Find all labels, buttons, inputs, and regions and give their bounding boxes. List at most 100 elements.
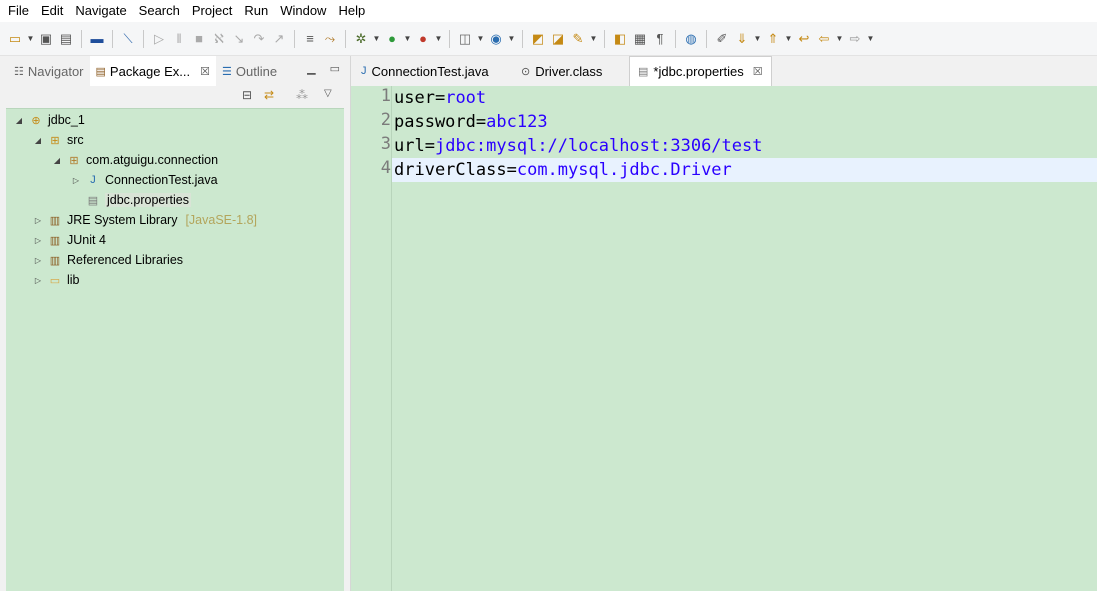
outline-icon[interactable]: ≡ xyxy=(301,30,319,48)
tree-item-label: com.atguigu.connection xyxy=(86,153,219,167)
new-dropdown-icon[interactable]: ▼ xyxy=(26,30,35,48)
collapse-all-icon[interactable]: ⊟ xyxy=(242,88,252,102)
step-return-icon[interactable]: ↗ xyxy=(270,30,288,48)
annotation-icon[interactable]: ◧ xyxy=(611,30,629,48)
editor-line[interactable]: url=jdbc:mysql://localhost:3306/test xyxy=(394,134,762,158)
suspend-icon[interactable]: ‖ xyxy=(170,30,188,48)
expanded-icon[interactable]: ◢ xyxy=(14,116,24,125)
previous-annotation-dropdown-icon[interactable]: ▼ xyxy=(784,30,793,48)
expanded-icon[interactable]: ◢ xyxy=(33,136,43,145)
tree-item-jre[interactable]: ▷ ▥ JRE System Library [JavaSE-1.8] xyxy=(33,210,257,230)
line-number: 4 xyxy=(380,158,391,178)
tree-item-junit[interactable]: ▷ ▥ JUnit 4 xyxy=(33,230,106,250)
minimize-icon[interactable]: ▁ xyxy=(307,62,315,75)
class-file-icon: ⊙ xyxy=(521,65,531,78)
pin-editor-icon[interactable]: ✐ xyxy=(713,30,731,48)
tree-item-lib[interactable]: ▷ ▭ lib xyxy=(33,270,80,290)
maximize-icon[interactable]: ▭ xyxy=(330,62,340,75)
run-icon[interactable]: ● xyxy=(383,30,401,48)
menu-run[interactable]: Run xyxy=(238,0,274,22)
web-browser-icon[interactable]: ◍ xyxy=(682,30,700,48)
menu-navigate[interactable]: Navigate xyxy=(69,0,132,22)
toolbar-separator xyxy=(675,29,676,48)
external-tools-icon[interactable]: ● xyxy=(414,30,432,48)
step-over-icon[interactable]: ↷ xyxy=(250,30,268,48)
open-task-icon[interactable]: ◪ xyxy=(549,30,567,48)
use-step-filters-icon[interactable]: ⤳ xyxy=(321,30,339,48)
collapsed-icon[interactable]: ▷ xyxy=(33,236,43,245)
disconnect-icon[interactable]: ℵ xyxy=(210,30,228,48)
new-java-project-dropdown-icon[interactable]: ▼ xyxy=(476,30,485,48)
view-tab-bar: ☷ Navigator ▤ Package Ex... ☒ ☰ Outline xyxy=(0,56,350,86)
console-icon[interactable]: ▬ xyxy=(88,30,106,48)
tree-item-project[interactable]: ◢ ⊕ jdbc_1 xyxy=(14,110,85,130)
menu-window[interactable]: Window xyxy=(274,0,332,22)
new-java-class-dropdown-icon[interactable]: ▼ xyxy=(507,30,516,48)
tree-item-package[interactable]: ◢ ⊞ com.atguigu.connection xyxy=(52,150,218,170)
editor-line[interactable]: password=abc123 xyxy=(394,110,548,134)
save-all-icon[interactable]: ▤ xyxy=(57,30,75,48)
property-value: com.mysql.jdbc.Driver xyxy=(516,160,732,180)
save-icon[interactable]: ▣ xyxy=(37,30,55,48)
tree-item-src[interactable]: ◢ ⊞ src xyxy=(33,130,84,150)
view-menu-icon[interactable]: ▽ xyxy=(324,88,332,99)
link-with-editor-icon[interactable]: ⇄ xyxy=(264,88,274,102)
show-whitespace-icon[interactable]: ¶ xyxy=(651,30,669,48)
menu-help[interactable]: Help xyxy=(332,0,371,22)
resume-icon[interactable]: ▷ xyxy=(150,30,168,48)
source-folder-icon: ⊞ xyxy=(50,134,60,147)
run-dropdown-icon[interactable]: ▼ xyxy=(403,30,412,48)
tab-package-explorer[interactable]: ▤ Package Ex... ☒ xyxy=(89,56,217,86)
tree-item-properties[interactable]: ▤ jdbc.properties xyxy=(71,190,191,210)
collapsed-icon[interactable]: ▷ xyxy=(71,176,81,185)
debug-dropdown-icon[interactable]: ▼ xyxy=(372,30,381,48)
search-icon[interactable]: ✎ xyxy=(569,30,587,48)
external-tools-dropdown-icon[interactable]: ▼ xyxy=(434,30,443,48)
back-icon[interactable]: ⇦ xyxy=(815,30,833,48)
menu-project[interactable]: Project xyxy=(186,0,238,22)
step-into-icon[interactable]: ↘ xyxy=(230,30,248,48)
search-dropdown-icon[interactable]: ▼ xyxy=(589,30,598,48)
editor-tab-jdbc-properties[interactable]: ▤ *jdbc.properties ☒ xyxy=(629,56,772,86)
tab-label: Package Ex... xyxy=(109,63,191,79)
tree-item-referenced-libraries[interactable]: ▷ ▥ Referenced Libraries xyxy=(33,250,183,270)
back-dropdown-icon[interactable]: ▼ xyxy=(835,30,844,48)
focus-icon[interactable]: ⁂ xyxy=(296,88,308,102)
forward-dropdown-icon[interactable]: ▼ xyxy=(866,30,875,48)
open-type-icon[interactable]: ◩ xyxy=(529,30,547,48)
debug-icon[interactable]: ✲ xyxy=(352,30,370,48)
expanded-icon[interactable]: ◢ xyxy=(52,156,62,165)
tab-navigator[interactable]: ☷ Navigator xyxy=(8,56,90,86)
next-annotation-icon[interactable]: ⇓ xyxy=(733,30,751,48)
new-java-class-icon[interactable]: ◉ xyxy=(487,30,505,48)
editor-tab-driver-class[interactable]: ⊙ Driver.class xyxy=(513,56,610,86)
skip-breakpoints-icon[interactable]: ⟍ xyxy=(119,30,137,48)
menu-search[interactable]: Search xyxy=(133,0,186,22)
new-icon[interactable]: ▭ xyxy=(6,30,24,48)
line-number: 3 xyxy=(380,134,391,154)
close-icon[interactable]: ☒ xyxy=(753,65,763,78)
tree-item-java-file[interactable]: ▷ J ConnectionTest.java xyxy=(71,170,218,190)
editor-line[interactable]: driverClass=com.mysql.jdbc.Driver xyxy=(394,158,732,182)
tree-item-label: Referenced Libraries xyxy=(67,253,184,267)
menu-edit[interactable]: Edit xyxy=(35,0,69,22)
collapsed-icon[interactable]: ▷ xyxy=(33,216,43,225)
collapsed-icon[interactable]: ▷ xyxy=(33,256,43,265)
editor-tab-label: ConnectionTest.java xyxy=(371,63,489,79)
forward-icon[interactable]: ⇨ xyxy=(846,30,864,48)
tab-label: Outline xyxy=(235,63,278,79)
collapsed-icon[interactable]: ▷ xyxy=(33,276,43,285)
tab-outline[interactable]: ☰ Outline xyxy=(216,56,283,86)
menu-file[interactable]: File xyxy=(2,0,35,22)
terminate-icon[interactable]: ■ xyxy=(190,30,208,48)
new-java-project-icon[interactable]: ◫ xyxy=(456,30,474,48)
text-editor[interactable]: 1 user=root 2 password=abc123 3 url=jdbc… xyxy=(350,86,1097,591)
toggle-block-icon[interactable]: ▦ xyxy=(631,30,649,48)
editor-line[interactable]: user=root xyxy=(394,86,486,110)
editor-tab-connection-test[interactable]: J ConnectionTest.java xyxy=(353,56,497,86)
tree-item-label: lib xyxy=(67,273,80,287)
next-annotation-dropdown-icon[interactable]: ▼ xyxy=(753,30,762,48)
previous-annotation-icon[interactable]: ⇑ xyxy=(764,30,782,48)
close-icon[interactable]: ☒ xyxy=(200,65,210,78)
last-edit-location-icon[interactable]: ↩ xyxy=(795,30,813,48)
